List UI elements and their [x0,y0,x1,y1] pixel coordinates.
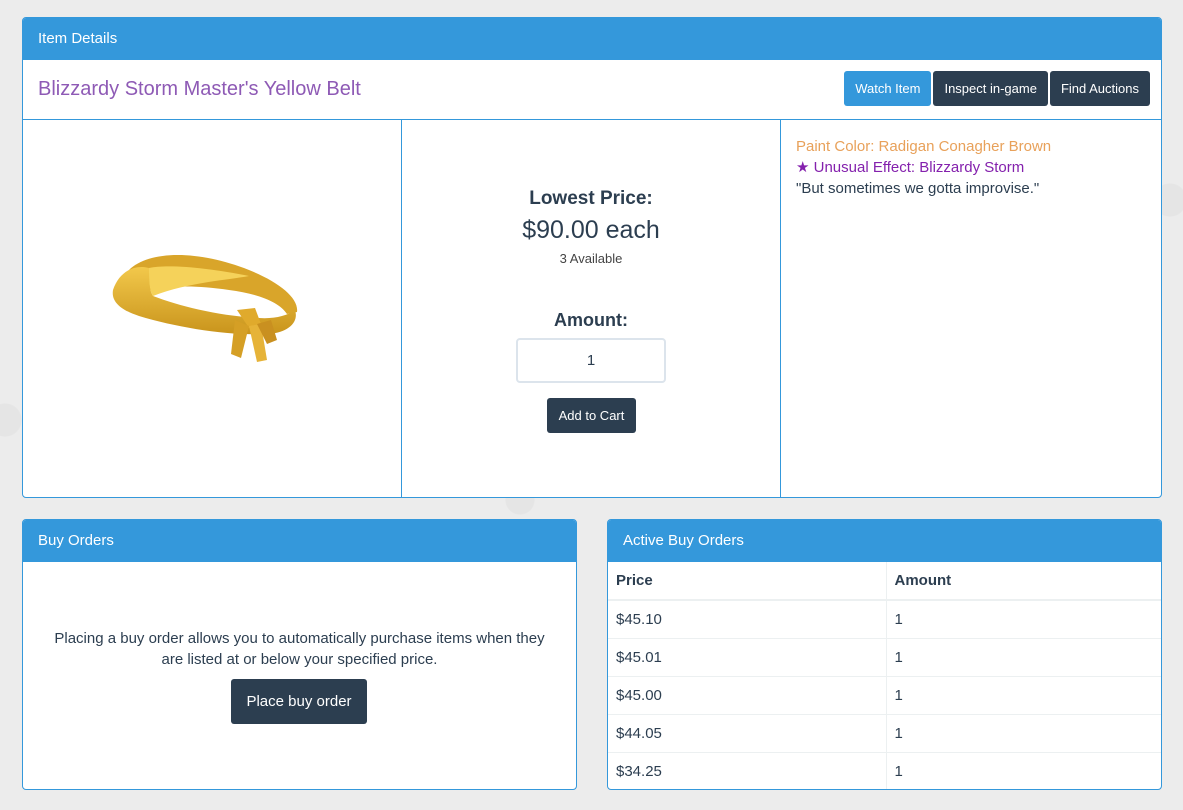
table-row: $45.01 1 [608,638,1161,677]
order-price: $44.05 [608,714,887,753]
order-amount: 1 [886,638,1161,677]
order-price: $45.01 [608,638,887,677]
buy-orders-heading: Buy Orders [23,520,576,562]
available-count: 3 Available [559,251,623,266]
table-row: $45.00 1 [608,676,1161,715]
order-amount: 1 [886,676,1161,715]
unusual-effect-text: ★ Unusual Effect: Blizzardy Storm [796,159,1025,176]
table-header-row: Price Amount [608,562,1161,601]
item-title-row: Blizzardy Storm Master's Yellow Belt Wat… [23,60,1161,120]
item-columns: Lowest Price: $90.00 each 3 Available Am… [23,120,1161,497]
item-action-buttons: Watch Item Inspect in-game Find Auctions [844,71,1150,106]
order-amount: 1 [894,762,903,780]
inspect-in-game-button[interactable]: Inspect in-game [933,71,1048,106]
item-details-heading: Item Details [23,18,1161,60]
active-buy-orders-panel: Active Buy Orders Price Amount $45.10 1 … [607,519,1162,790]
order-price: $34.25 [608,752,887,789]
order-price: $45.00 [608,676,887,715]
place-buy-order-button[interactable]: Place buy order [231,679,367,724]
table-row: $45.10 1 [608,600,1161,639]
find-auctions-button[interactable]: Find Auctions [1049,71,1150,106]
paint-color-text: Paint Color: Radigan Conagher Brown [796,138,1052,155]
item-details-panel: Item Details Blizzardy Storm Master's Ye… [22,17,1162,498]
amount-input[interactable] [516,338,666,383]
active-orders-table: Price Amount $45.10 1 $45.01 1 $45.00 1 … [608,562,1161,789]
item-image [112,255,298,362]
add-to-cart-button[interactable]: Add to Cart [547,398,636,433]
price-column-header: Price [608,562,887,601]
table-row: $34.25 1 [608,752,1161,789]
lowest-price-value: $90.00 each [522,216,660,244]
order-amount: 1 [886,600,1161,639]
item-quote-text: "But sometimes we gotta improvise." [796,180,1040,197]
buy-orders-panel: Buy Orders Placing a buy order allows yo… [22,519,577,790]
buy-order-description: Placing a buy order allows you to automa… [54,630,545,668]
amount-column-header: Amount [886,562,1161,601]
lowest-price-label: Lowest Price: [529,188,653,209]
amount-label: Amount: [554,310,628,330]
price-column: Lowest Price: $90.00 each 3 Available Am… [402,120,781,497]
order-amount: 1 [886,714,1161,753]
item-title: Blizzardy Storm Master's Yellow Belt [38,78,361,100]
watch-item-button[interactable]: Watch Item [844,71,932,106]
active-buy-orders-heading: Active Buy Orders [608,520,1161,562]
item-description: Paint Color: Radigan Conagher Brown ★ Un… [781,120,1161,497]
table-row: $44.05 1 [608,714,1161,753]
order-price: $45.10 [608,600,887,639]
item-image-column [23,120,402,497]
